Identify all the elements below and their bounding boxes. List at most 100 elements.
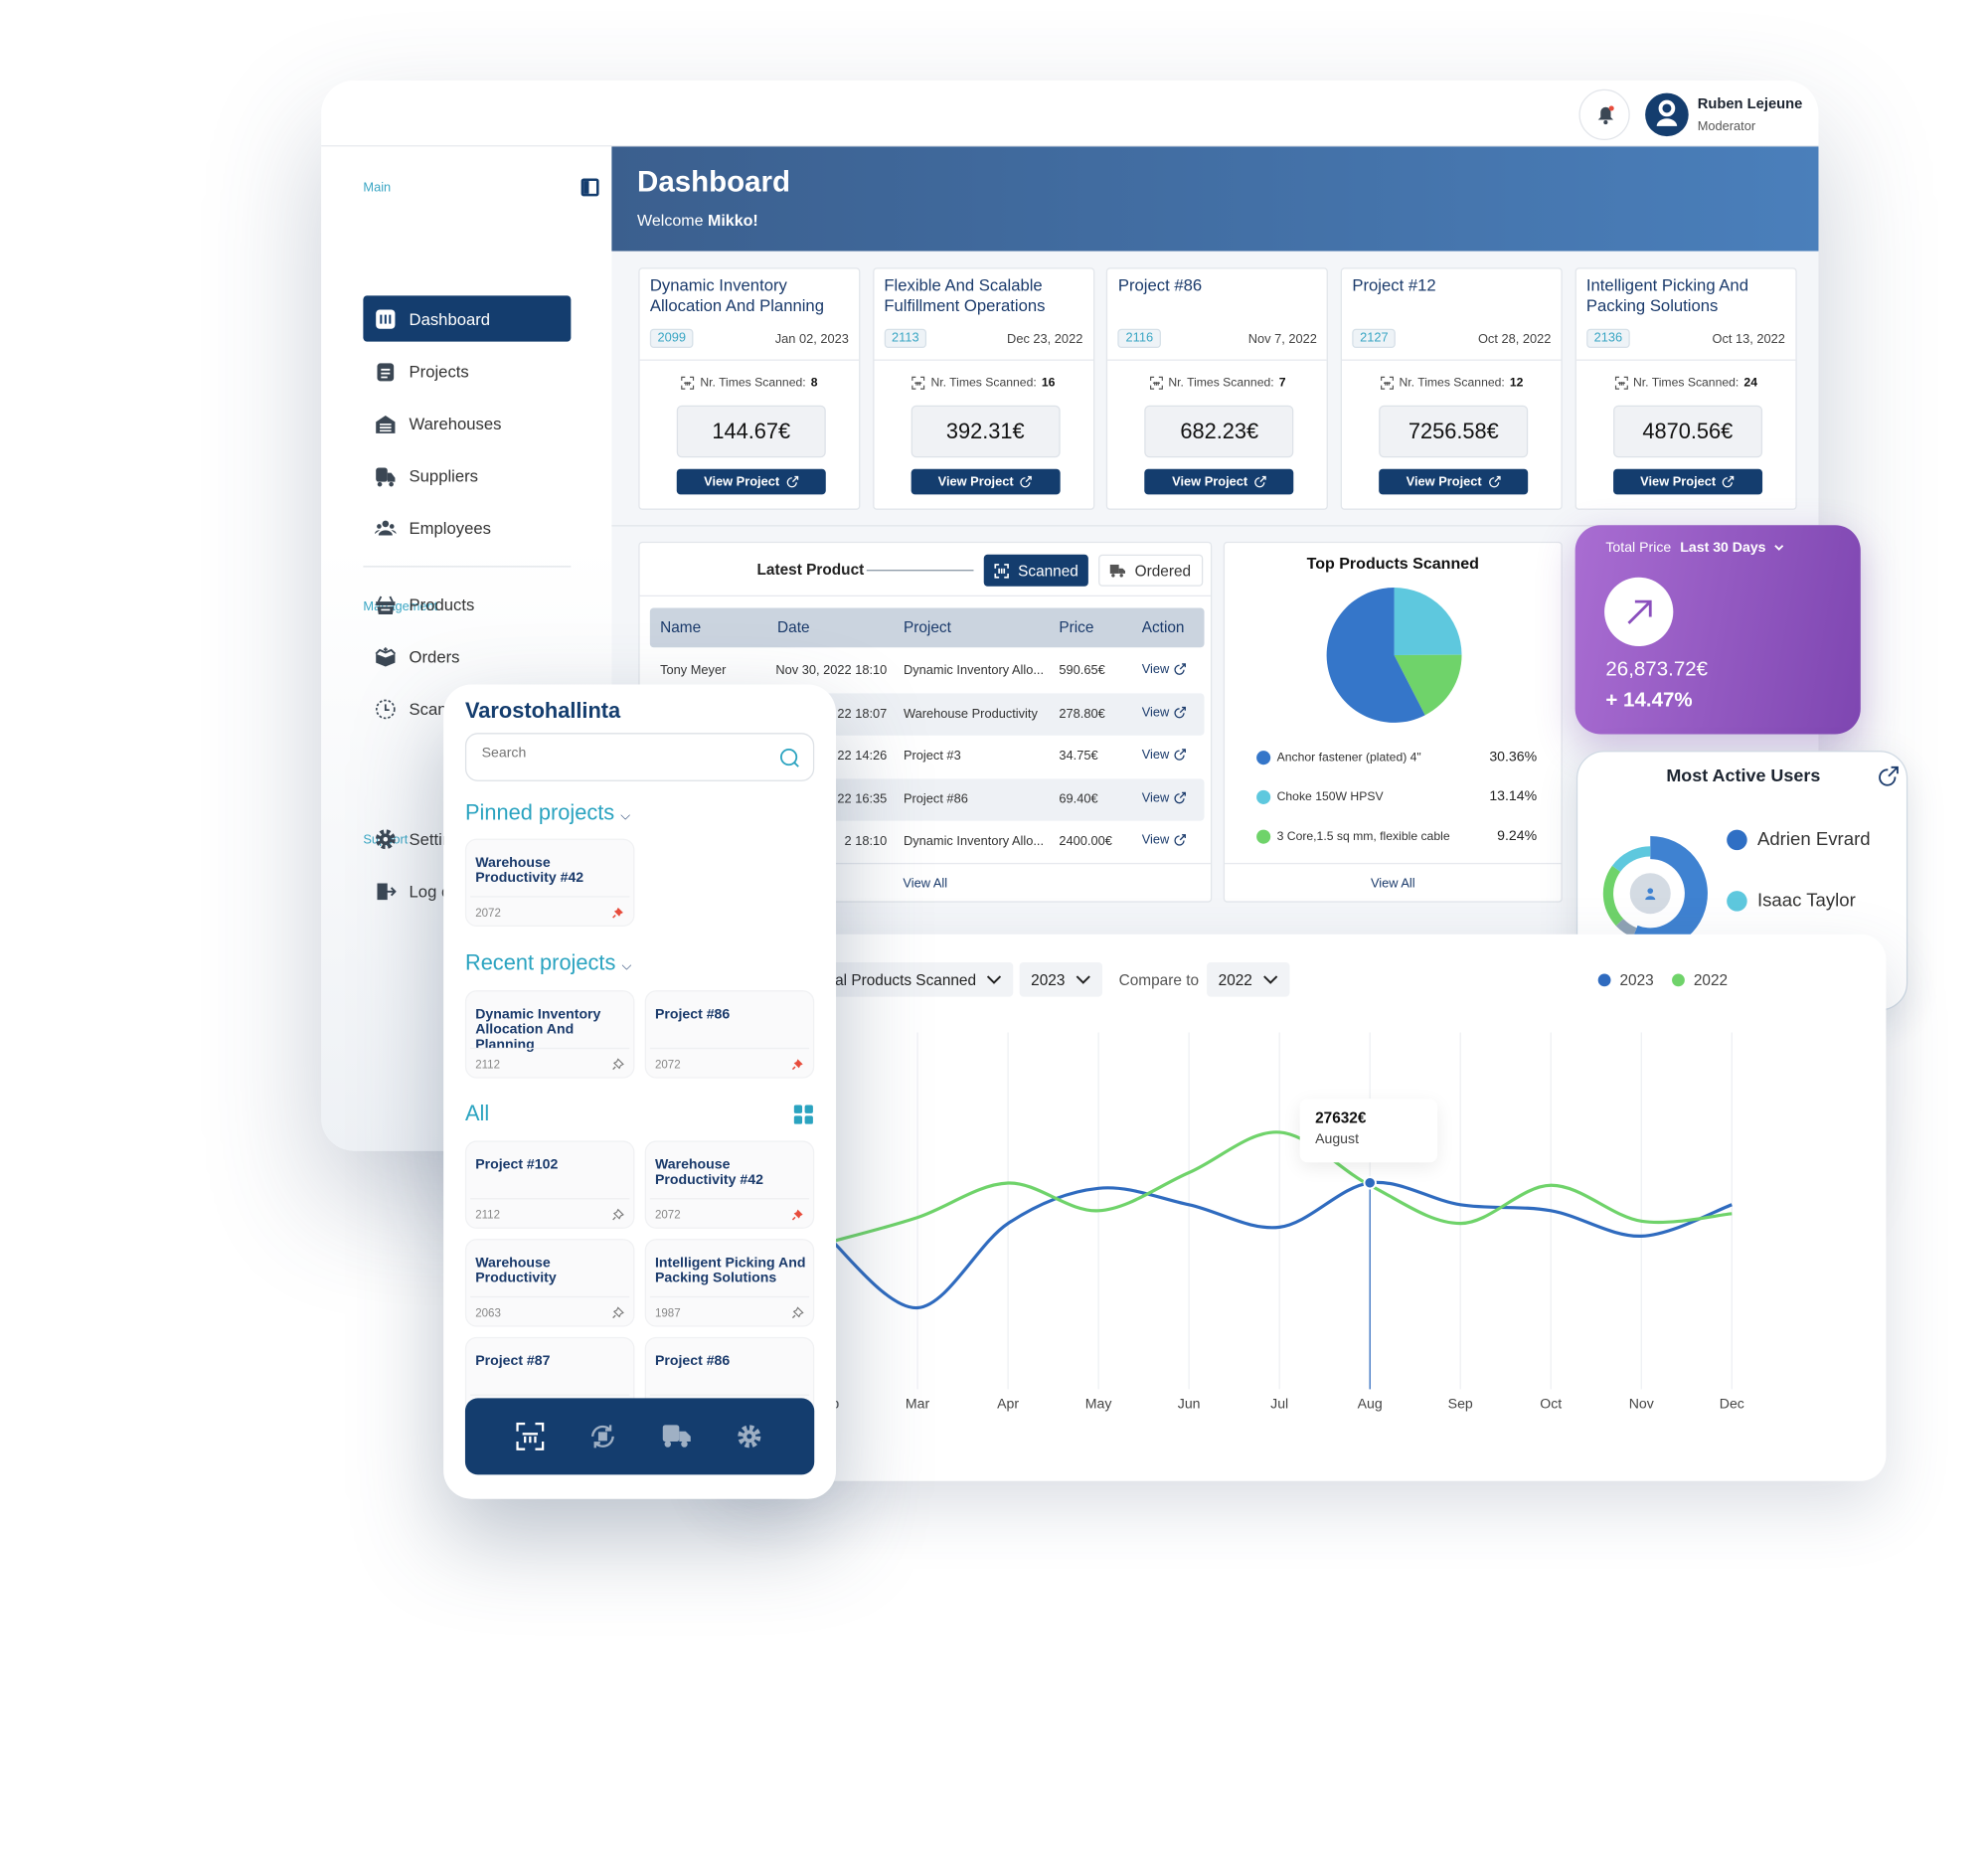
welcome-user: Mikko! [708,212,758,230]
legend-label: Anchor fastener (plated) 4" [1277,751,1421,765]
view-link[interactable]: View [1142,791,1186,805]
external-link-icon [1173,749,1186,762]
avatar[interactable] [1645,93,1689,137]
view-link[interactable]: View [1142,663,1186,677]
times-scanned-value: 24 [1743,376,1757,390]
project-id-badge: 2099 [650,329,694,348]
project-tile[interactable]: Project #862072 [645,990,815,1078]
scan-icon [1380,376,1394,390]
view-link[interactable]: View [1142,749,1186,763]
sidebar-item-employees[interactable]: Employees [363,505,571,551]
line-chart: FebMarAprMayJunJulAugSepOctNovDec [714,935,1886,1481]
gear-icon[interactable] [737,1424,762,1449]
cell-date: 22 16:35 [837,792,887,806]
project-tile-id: 1987 [655,1306,681,1319]
card-divider [640,360,860,361]
project-date: Jan 02, 2023 [775,333,849,347]
project-price: 144.67€ [677,406,826,458]
dashboard-icon [375,308,397,330]
times-scanned: Nr. Times Scanned:16 [874,376,1093,390]
x-tick-label: Mar [906,1396,930,1412]
period-selector[interactable]: Total Price Last 30 Days [1605,541,1786,556]
recent-projects-toggle[interactable]: Recent projects ⌵ [465,950,631,976]
scan-icon[interactable] [516,1423,544,1450]
pinned-icon[interactable] [611,907,624,920]
project-tile-id: 2072 [655,1208,681,1221]
user-name: Isaac Taylor [1757,891,1856,912]
highlighted-point[interactable] [1364,1177,1376,1189]
x-tick-label: Apr [997,1396,1019,1412]
sidebar-item-orders[interactable]: Orders [363,633,571,679]
logout-icon [375,880,397,902]
external-link-icon [786,475,799,488]
view-link[interactable]: View [1142,833,1186,847]
sidebar-item-suppliers[interactable]: Suppliers [363,452,571,498]
pin-icon[interactable] [611,1306,624,1319]
project-card: Flexible And Scalable Fulfillment Operat… [873,267,1094,510]
pin-icon[interactable] [611,1208,624,1221]
view-project-button[interactable]: View Project [1613,469,1762,495]
grid-view-icon[interactable] [794,1106,813,1124]
x-tick-label: Oct [1540,1396,1562,1412]
cell-name: Tony Meyer [660,664,726,678]
scan-icon [1149,376,1163,390]
tab-ordered[interactable]: Ordered [1098,555,1203,587]
notifications-button[interactable] [1578,89,1629,140]
view-project-button[interactable]: View Project [677,469,826,495]
view-project-button[interactable]: View Project [911,469,1060,495]
cell-project: Warehouse Productivity [904,707,1038,721]
external-link-icon [1488,475,1501,488]
pinned-icon[interactable] [791,1208,804,1221]
page-header: Dashboard Welcome Mikko! [611,146,1818,251]
sidebar-item-projects[interactable]: Projects [363,348,571,394]
project-tile-id: 2072 [655,1058,681,1071]
user-name: Ruben Lejeune [1698,96,1803,111]
project-tile-title: Warehouse Productivity [475,1256,633,1286]
view-all-link[interactable]: View All [1225,877,1561,891]
pinned-projects-toggle[interactable]: Pinned projects ⌵ [465,800,630,826]
view-link[interactable]: View [1142,706,1186,720]
column-header: Date [777,618,810,636]
external-link-icon [1173,791,1186,804]
people-icon [375,517,397,539]
project-tile[interactable]: Warehouse Productivity2063 [465,1239,635,1326]
period-value: Last 30 Days [1680,541,1765,556]
project-card: Project #86 2116 Nov 7, 2022 Nr. Times S… [1106,267,1328,510]
chart-tooltip: 27632€ August [1300,1099,1437,1162]
external-link-icon[interactable] [1877,765,1900,787]
delivery-truck-icon[interactable] [663,1424,691,1449]
refresh-box-icon[interactable] [588,1423,616,1450]
search-icon[interactable] [778,747,801,769]
top-products-pie [1325,587,1462,724]
scan-icon [911,376,925,390]
project-tile[interactable]: Dynamic Inventory Allocation And Plannin… [465,990,635,1078]
view-project-button[interactable]: View Project [1145,469,1294,495]
tab-scanned[interactable]: Scanned [984,555,1088,587]
external-link-icon [1723,475,1736,488]
user-role: Moderator [1698,120,1755,134]
times-scanned-label: Nr. Times Scanned: [1399,376,1504,390]
card-divider [1576,360,1796,361]
pin-icon[interactable] [611,1058,624,1071]
project-tile[interactable]: Warehouse Productivity #422072 [465,839,635,927]
all-projects-label: All [465,1102,489,1127]
pin-icon[interactable] [791,1306,804,1319]
sidebar-item-products[interactable]: Products [363,582,571,627]
search-field[interactable] [465,733,814,781]
project-tile[interactable]: Warehouse Productivity #422072 [645,1140,815,1228]
legend-dot [1727,830,1747,851]
project-tile[interactable]: Project #1022112 [465,1140,635,1228]
collapse-sidebar-button[interactable] [581,178,599,196]
times-scanned-label: Nr. Times Scanned: [1168,376,1273,390]
view-label: View [1142,749,1170,763]
project-price: 682.23€ [1145,406,1294,458]
pinned-icon[interactable] [791,1058,804,1071]
gear-icon [375,828,397,850]
sidebar-item-dashboard[interactable]: Dashboard [363,295,571,341]
view-project-button[interactable]: View Project [1379,469,1528,495]
column-header: Price [1059,618,1093,636]
sidebar-item-warehouses[interactable]: Warehouses [363,401,571,446]
search-input[interactable] [482,746,762,761]
project-title: Project #12 [1352,275,1559,295]
project-tile[interactable]: Intelligent Picking And Packing Solution… [645,1239,815,1326]
